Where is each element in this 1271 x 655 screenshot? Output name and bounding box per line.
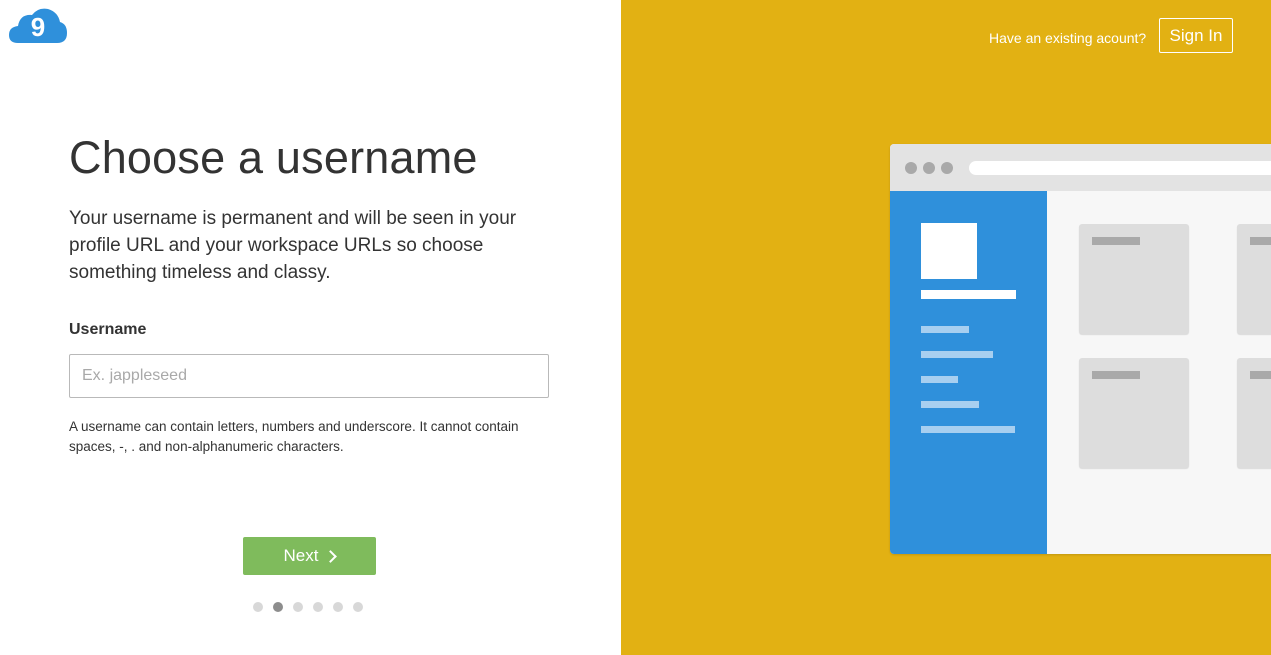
progress-dot: [333, 602, 343, 612]
step-progress-dots: [253, 602, 363, 612]
browser-address-bar: [969, 161, 1271, 175]
signup-form-panel: 9 Choose a username Your username is per…: [0, 0, 621, 655]
progress-dot: [353, 602, 363, 612]
card-title-bar: [1092, 371, 1140, 379]
username-hint: A username can contain letters, numbers …: [69, 419, 519, 454]
cloud9-logo-icon[interactable]: 9: [8, 6, 68, 44]
card-title-bar: [1250, 371, 1271, 379]
chevron-right-icon: [324, 550, 338, 563]
browser-illustration: [890, 144, 1271, 554]
workspace-card: [1237, 358, 1271, 468]
svg-text:9: 9: [31, 12, 45, 42]
page-description: Your username is permanent and will be s…: [69, 208, 517, 283]
next-button-label: Next: [283, 546, 319, 565]
next-button[interactable]: Next: [243, 537, 376, 575]
sidebar-name-bar: [921, 290, 1016, 299]
existing-account-text: Have an existing acount?: [989, 30, 1147, 46]
progress-dot: [313, 602, 323, 612]
card-title-bar: [1092, 237, 1140, 245]
progress-dot: [293, 602, 303, 612]
page-title: Choose a username: [69, 132, 478, 183]
username-input[interactable]: [69, 354, 549, 398]
browser-sidebar-illustration: [890, 191, 1047, 554]
window-dot-icon: [923, 162, 935, 174]
sidebar-line: [921, 326, 969, 333]
browser-toolbar: [890, 144, 1271, 191]
sidebar-line: [921, 351, 993, 358]
sidebar-line: [921, 376, 958, 383]
window-dot-icon: [905, 162, 917, 174]
avatar-placeholder: [921, 223, 977, 279]
workspace-card: [1079, 358, 1189, 468]
sidebar-line: [921, 426, 1015, 433]
username-label: Username: [69, 321, 147, 338]
sidebar-line: [921, 401, 979, 408]
workspace-card: [1237, 224, 1271, 334]
illustration-panel: Have an existing acount? Sign In: [621, 0, 1271, 655]
window-dot-icon: [941, 162, 953, 174]
progress-dot-active: [273, 602, 283, 612]
workspace-card: [1079, 224, 1189, 334]
card-title-bar: [1250, 237, 1271, 245]
progress-dot: [253, 602, 263, 612]
sign-in-button[interactable]: Sign In: [1159, 18, 1233, 53]
